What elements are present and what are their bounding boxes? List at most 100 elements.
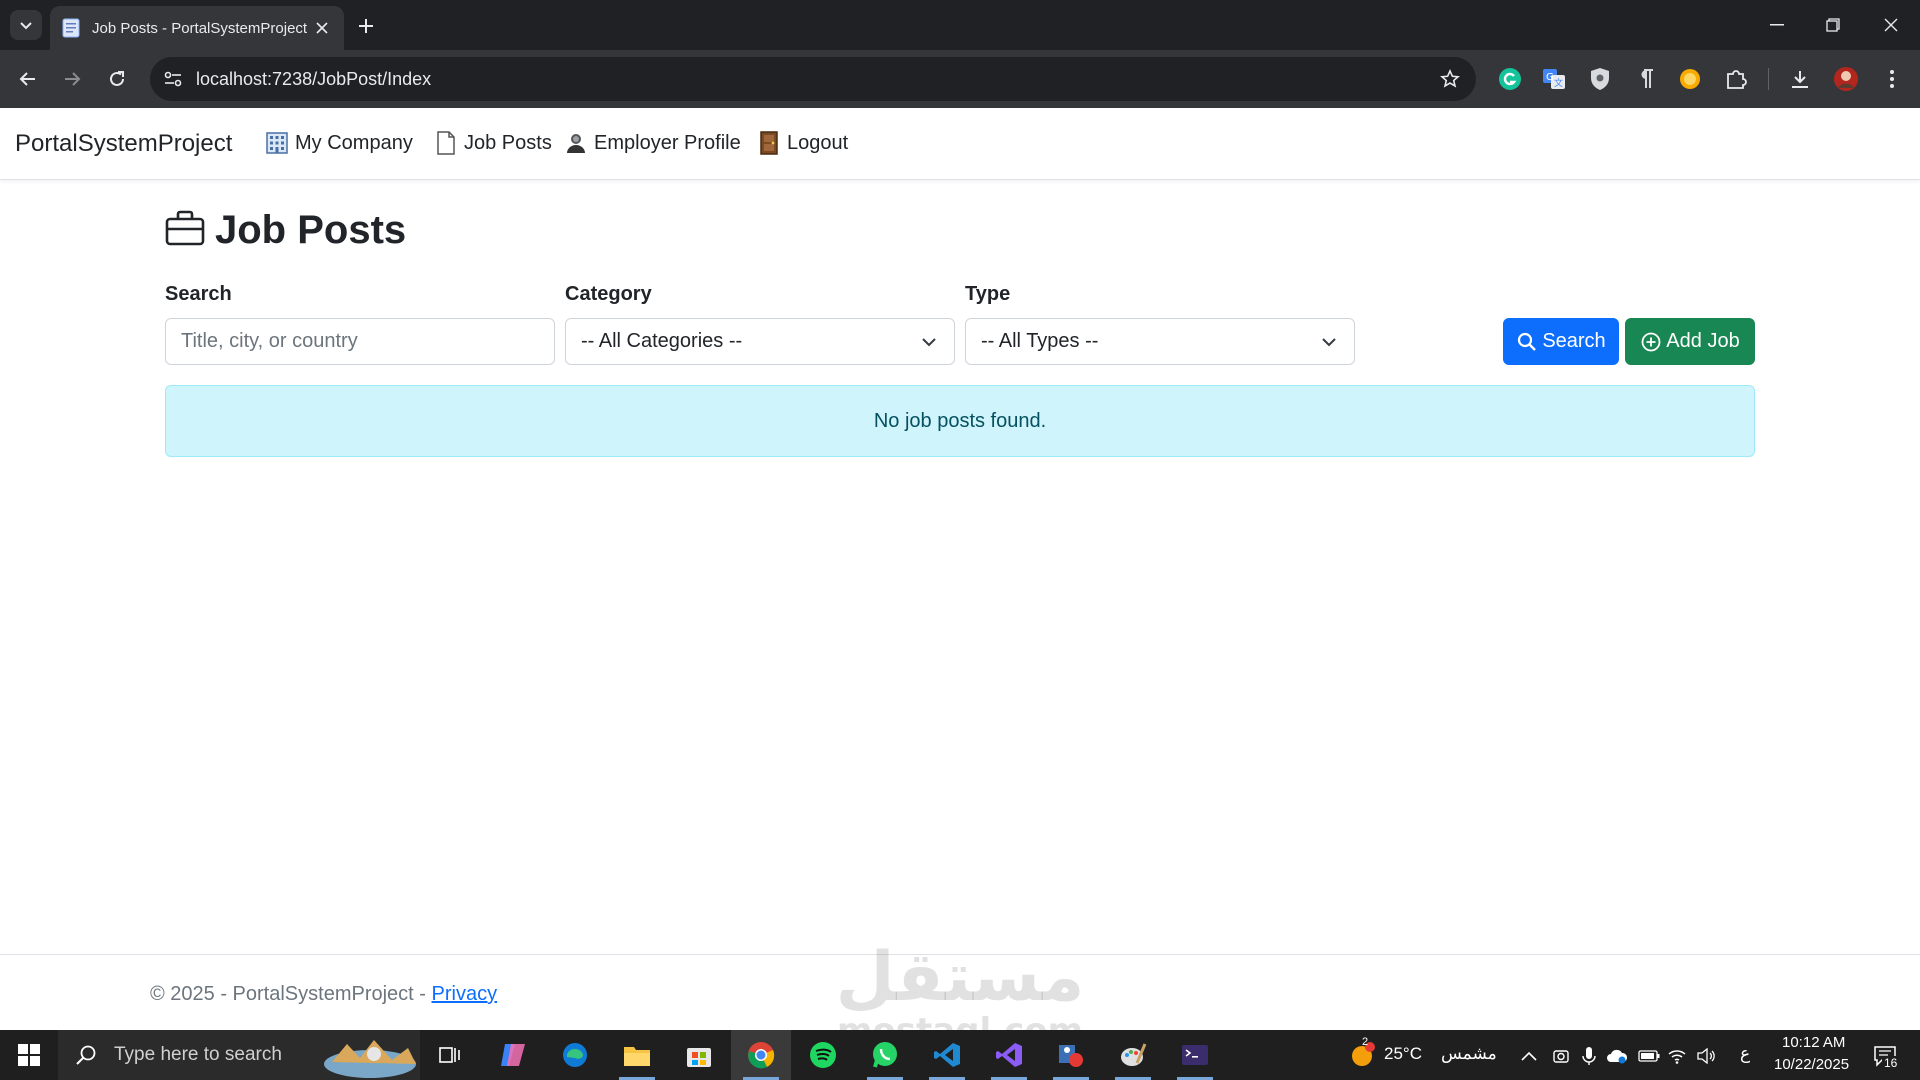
microphone-icon[interactable] bbox=[1578, 1045, 1600, 1067]
nav-item-employer-profile[interactable]: Employer Profile bbox=[564, 131, 741, 155]
navbar-brand[interactable]: PortalSystemProject bbox=[15, 130, 232, 158]
translate-extension-icon[interactable]: G文 bbox=[1540, 65, 1568, 93]
chevron-down-icon bbox=[1322, 338, 1336, 347]
windows-start-icon[interactable] bbox=[0, 1030, 58, 1080]
search-input[interactable]: Title, city, or country bbox=[165, 318, 555, 365]
user-icon bbox=[564, 131, 588, 155]
search-button[interactable]: Search bbox=[1503, 318, 1619, 365]
address-bar[interactable]: localhost:7238/JobPost/Index bbox=[150, 57, 1476, 101]
clock-date[interactable]: 10/22/2025 bbox=[1774, 1056, 1849, 1073]
weather-description[interactable]: مشمس bbox=[1441, 1044, 1497, 1064]
chevron-down-icon bbox=[922, 338, 936, 347]
camera-tray-icon[interactable] bbox=[1550, 1045, 1572, 1067]
toolbar-separator bbox=[1768, 68, 1769, 90]
taskbar-search-box[interactable]: Type here to search bbox=[58, 1030, 420, 1080]
document-icon bbox=[434, 131, 458, 155]
notification-count: 16 bbox=[1882, 1056, 1900, 1070]
search-input-placeholder: Title, city, or country bbox=[181, 330, 358, 352]
browser-tab-active[interactable]: Job Posts - PortalSystemProject bbox=[50, 6, 344, 50]
browser-menu-icon[interactable] bbox=[1878, 65, 1906, 93]
whatsapp-icon[interactable] bbox=[855, 1030, 915, 1080]
page-title: Job Posts bbox=[165, 208, 406, 253]
browser-toolbar: localhost:7238/JobPost/Index G文 bbox=[0, 50, 1920, 108]
door-icon bbox=[757, 131, 781, 155]
forward-arrow-icon[interactable] bbox=[56, 63, 88, 95]
nav-item-job-posts[interactable]: Job Posts bbox=[434, 131, 552, 155]
coin-extension-icon[interactable] bbox=[1676, 65, 1704, 93]
search-icon bbox=[1516, 331, 1538, 353]
add-job-button-label: Add Job bbox=[1666, 330, 1740, 352]
svg-text:文: 文 bbox=[1554, 77, 1563, 89]
download-icon[interactable] bbox=[1786, 65, 1814, 93]
weather-temperature[interactable]: 25°C bbox=[1384, 1044, 1422, 1064]
back-arrow-icon[interactable] bbox=[12, 63, 44, 95]
browser-tabstrip: Job Posts - PortalSystemProject bbox=[0, 0, 1920, 50]
bookmark-star-icon[interactable] bbox=[1438, 67, 1462, 91]
taskbar-search-placeholder: Type here to search bbox=[114, 1044, 282, 1065]
windows-taskbar: Type here to search 2 25°C مشمس ع 10:12 … bbox=[0, 1030, 1920, 1080]
nav-item-logout[interactable]: Logout bbox=[757, 131, 848, 155]
app-navbar: PortalSystemProject My Company Job Posts… bbox=[0, 108, 1920, 180]
window-close-icon[interactable] bbox=[1874, 8, 1908, 42]
nav-item-label: Employer Profile bbox=[594, 131, 741, 154]
url-text[interactable]: localhost:7238/JobPost/Index bbox=[196, 69, 431, 90]
battery-icon[interactable] bbox=[1638, 1045, 1660, 1067]
wifi-icon[interactable] bbox=[1666, 1045, 1688, 1067]
site-info-icon[interactable] bbox=[160, 66, 186, 92]
vscode-icon[interactable] bbox=[917, 1030, 977, 1080]
input-language-indicator[interactable]: ع bbox=[1740, 1044, 1750, 1064]
privacy-link[interactable]: Privacy bbox=[432, 983, 498, 1005]
profile-avatar-icon[interactable] bbox=[1832, 65, 1860, 93]
empty-state-message: No job posts found. bbox=[873, 409, 1047, 432]
sql-server-icon[interactable] bbox=[1041, 1030, 1101, 1080]
search-button-label: Search bbox=[1542, 330, 1606, 352]
terminal-icon[interactable] bbox=[1165, 1030, 1225, 1080]
nav-item-label: My Company bbox=[295, 131, 413, 154]
watermark-arabic: مستقل bbox=[835, 938, 1085, 1017]
copilot-icon[interactable] bbox=[483, 1030, 543, 1080]
extensions-puzzle-icon[interactable] bbox=[1722, 65, 1750, 93]
type-selected-value: -- All Types -- bbox=[981, 330, 1099, 352]
chrome-browser-icon[interactable] bbox=[731, 1030, 791, 1080]
category-selected-value: -- All Categories -- bbox=[581, 330, 743, 352]
minimize-icon[interactable] bbox=[1760, 8, 1794, 42]
volume-icon[interactable] bbox=[1696, 1045, 1718, 1067]
grammarly-extension-icon[interactable] bbox=[1496, 65, 1524, 93]
spotify-icon[interactable] bbox=[793, 1030, 853, 1080]
edge-browser-icon[interactable] bbox=[545, 1030, 605, 1080]
type-label: Type bbox=[965, 283, 1011, 305]
chevron-up-icon[interactable] bbox=[1518, 1045, 1540, 1067]
task-view-icon[interactable] bbox=[420, 1030, 480, 1080]
weather-badge: 2 bbox=[1362, 1036, 1369, 1048]
building-icon bbox=[265, 131, 289, 155]
page-heading: Job Posts bbox=[215, 208, 407, 252]
tab-title: Job Posts - PortalSystemProject bbox=[92, 19, 308, 37]
svg-text:G: G bbox=[1546, 72, 1554, 83]
onedrive-cloud-icon[interactable] bbox=[1606, 1045, 1628, 1067]
nav-item-my-company[interactable]: My Company bbox=[265, 131, 413, 155]
nav-item-label: Job Posts bbox=[464, 131, 552, 154]
tab-search-button[interactable] bbox=[10, 10, 42, 40]
briefcase-icon bbox=[165, 210, 205, 251]
category-select[interactable]: -- All Categories -- bbox=[565, 318, 955, 365]
type-select[interactable]: -- All Types -- bbox=[965, 318, 1355, 365]
shield-extension-icon[interactable] bbox=[1586, 65, 1614, 93]
file-explorer-icon[interactable] bbox=[607, 1030, 667, 1080]
add-job-button[interactable]: Add Job bbox=[1625, 318, 1755, 365]
search-label: Search bbox=[165, 283, 232, 305]
new-tab-button[interactable] bbox=[352, 12, 380, 40]
paragraph-extension-icon[interactable] bbox=[1632, 65, 1660, 93]
reload-icon[interactable] bbox=[101, 63, 133, 95]
paint-icon[interactable] bbox=[1103, 1030, 1163, 1080]
visual-studio-icon[interactable] bbox=[979, 1030, 1039, 1080]
page-favicon-icon bbox=[62, 18, 80, 38]
category-label: Category bbox=[565, 283, 652, 305]
microsoft-store-icon[interactable] bbox=[669, 1030, 729, 1080]
copyright-text: © 2025 - PortalSystemProject - bbox=[150, 983, 432, 1005]
restore-icon[interactable] bbox=[1816, 8, 1850, 42]
tab-close-icon[interactable] bbox=[312, 18, 332, 38]
plus-circle-icon bbox=[1640, 331, 1662, 353]
nav-item-label: Logout bbox=[787, 131, 849, 154]
clock-time[interactable]: 10:12 AM bbox=[1782, 1034, 1845, 1051]
empty-state-alert: No job posts found. bbox=[165, 385, 1755, 457]
